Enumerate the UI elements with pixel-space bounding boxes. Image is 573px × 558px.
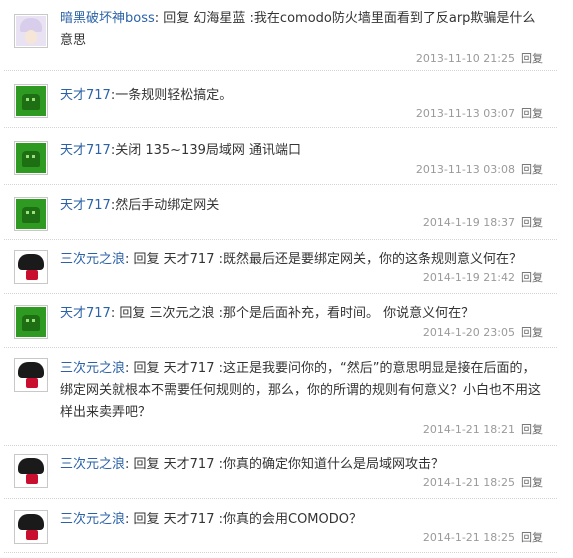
comment-text: 关闭 135~139局域网 通讯端口 xyxy=(115,143,302,158)
comment-timestamp: 2013-11-13 03:08 xyxy=(415,163,515,176)
user-avatar[interactable] xyxy=(14,250,48,284)
username-link[interactable]: 三次元之浪 xyxy=(60,361,125,376)
user-avatar[interactable] xyxy=(14,358,48,392)
comment-text: 回复 天才717 :你真的确定你知道什么是局域网攻击？ xyxy=(133,457,444,472)
user-avatar[interactable] xyxy=(14,454,48,488)
comment-item: 天才717:一条规则轻松搞定。 2013-11-13 03:07 回复 xyxy=(0,71,557,128)
comment-list: 暗黑破坏神boss: 回复 幻海星蓝 :我在comodo防火墙里面看到了反arp… xyxy=(0,0,573,558)
username-link[interactable]: 天才717 xyxy=(60,88,111,103)
name-separator: : xyxy=(125,457,134,472)
username-link[interactable]: 三次元之浪 xyxy=(60,252,125,267)
comment-content: 暗黑破坏神boss: 回复 幻海星蓝 :我在comodo防火墙里面看到了反arp… xyxy=(60,8,543,52)
reply-link[interactable]: 回复 xyxy=(521,530,543,546)
comment-item: 三次元之浪: 回复 天才717 :你真的会用COMODO？ 2014-1-21 … xyxy=(0,499,557,553)
comment-timestamp: 2014-1-21 18:21 xyxy=(422,423,515,436)
name-separator: : xyxy=(125,512,134,527)
comment-timestamp: 2014-1-20 23:05 xyxy=(422,326,515,339)
username-link[interactable]: 三次元之浪 xyxy=(60,457,125,472)
reply-link[interactable]: 回复 xyxy=(521,270,543,286)
user-avatar[interactable] xyxy=(14,84,48,118)
reply-link[interactable]: 回复 xyxy=(521,422,543,438)
comment-content: 天才717:关闭 135~139局域网 通讯端口 xyxy=(60,140,543,162)
comment-item: 暗黑破坏神boss: 回复 幻海星蓝 :我在comodo防火墙里面看到了反arp… xyxy=(0,0,557,71)
reply-link[interactable]: 回复 xyxy=(521,475,543,491)
comment-content: 三次元之浪: 回复 天才717 :你真的确定你知道什么是局域网攻击？ xyxy=(60,454,543,476)
comment-content: 三次元之浪: 回复 天才717 :既然最后还是要绑定网关，你的这条规则意义何在？ xyxy=(60,249,543,271)
username-link[interactable]: 天才717 xyxy=(60,143,111,158)
comment-item: 三次元之浪: 回复 天才717 :你真的确定你知道什么是局域网攻击？ 2014-… xyxy=(0,446,557,499)
comment-content: 三次元之浪: 回复 天才717 :你真的会用COMODO？ xyxy=(60,509,543,531)
username-link[interactable]: 暗黑破坏神boss xyxy=(60,11,155,26)
reply-link[interactable]: 回复 xyxy=(521,162,543,178)
reply-link[interactable]: 回复 xyxy=(521,51,543,67)
comment-content: 三次元之浪: 回复 天才717 :这正是我要问你的，“然后”的意思明显是接在后面… xyxy=(60,358,543,424)
comment-timestamp: 2014-1-19 18:37 xyxy=(422,216,515,229)
divider xyxy=(4,552,557,553)
comment-text: 然后手动绑定网关 xyxy=(115,198,220,213)
comment-content: 天才717:一条规则轻松搞定。 xyxy=(60,85,543,107)
reply-link[interactable]: 回复 xyxy=(521,106,543,122)
username-link[interactable]: 三次元之浪 xyxy=(60,512,125,527)
user-avatar[interactable] xyxy=(14,305,48,339)
comment-item: 天才717:然后手动绑定网关 2014-1-19 18:37 回复 xyxy=(0,185,557,240)
user-avatar[interactable] xyxy=(14,510,48,544)
user-avatar[interactable] xyxy=(14,141,48,175)
name-separator: : xyxy=(125,361,134,376)
comment-content: 天才717: 回复 三次元之浪 :那个是后面补充，看时间。 你说意义何在？ xyxy=(60,303,543,325)
comment-item: 三次元之浪: 回复 天才717 :既然最后还是要绑定网关，你的这条规则意义何在？… xyxy=(0,240,557,294)
comment-item: 天才717:关闭 135~139局域网 通讯端口 2013-11-13 03:0… xyxy=(0,128,557,185)
comment-item: 天才717: 回复 三次元之浪 :那个是后面补充，看时间。 你说意义何在？ 20… xyxy=(0,294,557,348)
comment-text: 回复 三次元之浪 :那个是后面补充，看时间。 你说意义何在？ xyxy=(119,306,475,321)
user-avatar[interactable] xyxy=(14,197,48,231)
comment-timestamp: 2014-1-21 18:25 xyxy=(422,476,515,489)
comment-text: 一条规则轻松搞定。 xyxy=(115,88,233,103)
username-link[interactable]: 天才717 xyxy=(60,198,111,213)
comment-text: 回复 天才717 :你真的会用COMODO？ xyxy=(133,512,362,527)
comment-timestamp: 2014-1-21 18:25 xyxy=(422,531,515,544)
name-separator: : xyxy=(125,252,134,267)
user-avatar[interactable] xyxy=(14,14,48,48)
comment-text: 回复 天才717 :既然最后还是要绑定网关，你的这条规则意义何在？ xyxy=(133,252,522,267)
comment-timestamp: 2013-11-13 03:07 xyxy=(415,107,515,120)
comment-timestamp: 2014-1-19 21:42 xyxy=(422,271,515,284)
reply-link[interactable]: 回复 xyxy=(521,215,543,231)
comment-item: 三次元之浪: 回复 天才717 :这正是我要问你的，“然后”的意思明显是接在后面… xyxy=(0,348,557,446)
username-link[interactable]: 天才717 xyxy=(60,306,111,321)
reply-link[interactable]: 回复 xyxy=(521,325,543,341)
comment-content: 天才717:然后手动绑定网关 xyxy=(60,195,543,217)
name-separator: : xyxy=(154,11,164,26)
comment-timestamp: 2013-11-10 21:25 xyxy=(415,52,515,65)
